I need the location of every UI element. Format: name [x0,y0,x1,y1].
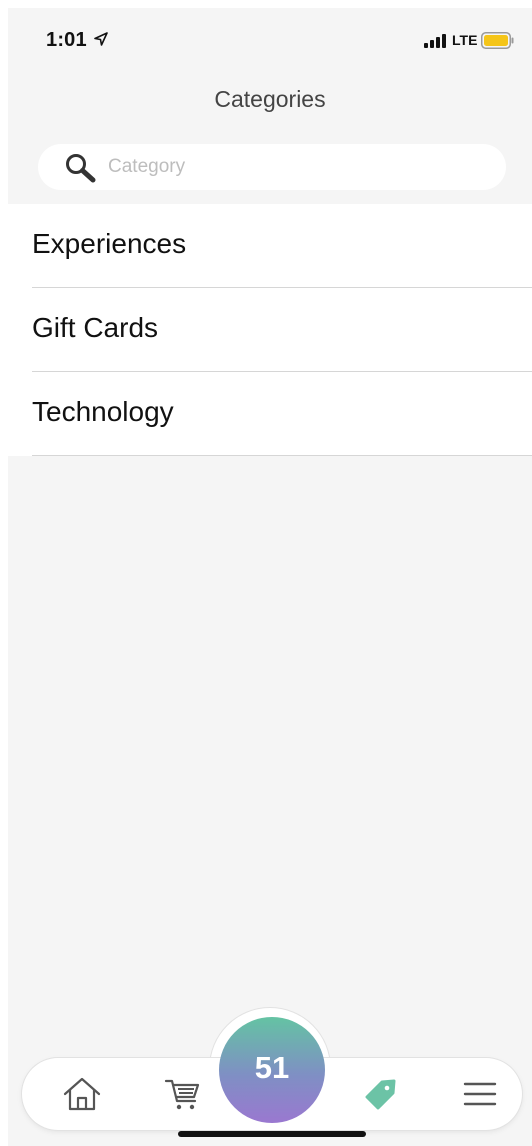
nav-home-button[interactable] [52,1058,112,1130]
category-label: Technology [32,396,174,427]
app-screen: 1:01 LTE Categories Experiences [8,8,532,1146]
battery-icon [481,32,514,49]
points-balance-value: 51 [254,1050,290,1085]
location-arrow-icon [94,32,108,46]
nav-cart-button[interactable] [152,1058,212,1130]
tag-icon [365,1079,396,1110]
category-item-experiences[interactable]: Experiences [8,204,532,288]
page-title: Categories [214,86,326,112]
home-icon [63,1077,101,1111]
status-time: 1:01 [46,29,87,51]
points-balance-button[interactable]: 51 [219,1017,325,1123]
nav-menu-button[interactable] [450,1058,510,1130]
signal-strength-icon [424,34,446,48]
nav-deals-button[interactable] [350,1058,410,1130]
cart-icon [164,1079,200,1110]
category-list: Experiences Gift Cards Technology [8,204,532,456]
home-indicator[interactable] [178,1131,366,1137]
search-input[interactable] [108,150,488,184]
network-type-label: LTE [452,32,478,48]
category-item-technology[interactable]: Technology [8,372,532,456]
status-bar: 1:01 LTE [8,8,532,72]
category-label: Experiences [32,228,187,259]
search-bar[interactable] [38,144,506,190]
category-item-gift-cards[interactable]: Gift Cards [8,288,532,372]
search-icon [66,154,96,183]
menu-icon [463,1082,497,1106]
category-label: Gift Cards [32,312,159,343]
